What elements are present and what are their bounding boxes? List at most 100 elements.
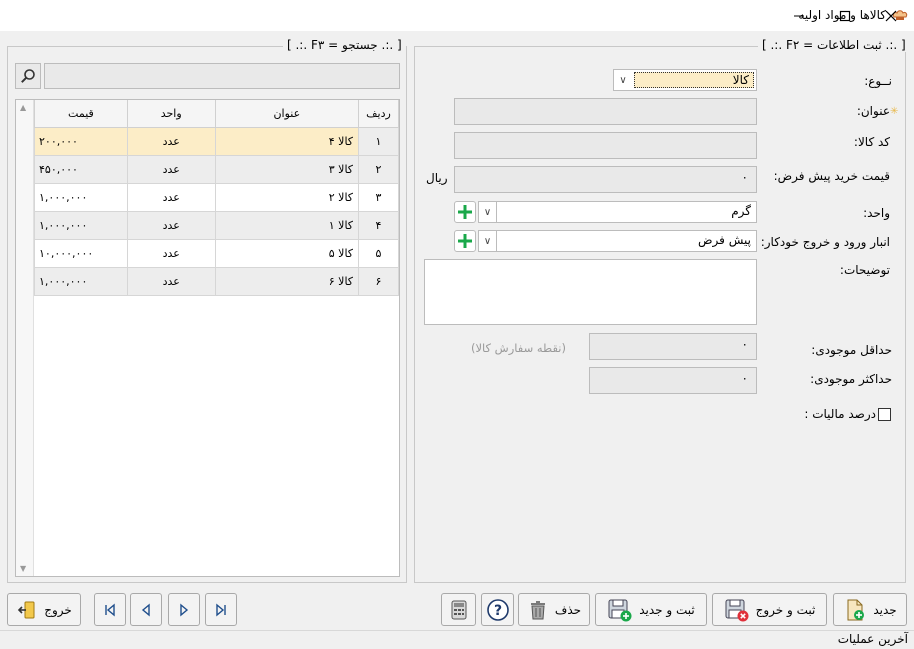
tax-checkbox[interactable] <box>878 408 891 421</box>
search-button[interactable] <box>15 63 41 89</box>
status-bar <box>0 630 914 649</box>
cell-price: ۱,۰۰۰,۰۰۰ <box>34 182 128 212</box>
required-star-icon: ✳ <box>890 106 899 117</box>
column-header-title[interactable]: عنوان <box>214 100 360 128</box>
table-row[interactable]: ۱,۰۰۰,۰۰۰ عدد کالا ۱ ۴ <box>34 210 399 240</box>
title-label: عنوان: <box>856 104 890 118</box>
price-input[interactable]: ۰ <box>454 166 757 193</box>
scroll-up-icon[interactable]: ▲ <box>20 103 26 112</box>
items-grid: ▲ ▼ قیمت واحد عنوان ردیف ۲۰۰,۰۰۰ عدد کال… <box>15 99 400 577</box>
warehouse-label: انبار ورود و خروج خودکار: <box>760 235 890 249</box>
exit-button[interactable]: خروج <box>7 593 81 626</box>
cell-title: کالا ۵ <box>214 238 360 268</box>
new-document-icon <box>847 599 865 620</box>
min-stock-input[interactable]: ۰ <box>589 333 757 360</box>
reorder-hint: (نقطه سفارش کالا) <box>471 341 566 355</box>
plus-icon <box>458 205 472 219</box>
add-unit-button[interactable] <box>454 201 476 223</box>
last-record-button[interactable] <box>205 593 237 626</box>
code-label: کد کالا: <box>853 135 890 149</box>
close-icon <box>885 10 897 21</box>
first-record-button[interactable] <box>94 593 126 626</box>
delete-button[interactable]: حذف <box>518 593 590 626</box>
cell-rowno: ۱ <box>358 126 399 156</box>
save-and-exit-button[interactable]: ثبت و خروج <box>712 593 827 626</box>
table-row[interactable]: ۱۰,۰۰۰,۰۰۰ عدد کالا ۵ ۵ <box>34 238 399 268</box>
max-stock-input[interactable]: ۰ <box>589 367 757 394</box>
cell-unit: عدد <box>126 154 216 184</box>
form-legend: [ .:. F۲ = ثبت اطلاعات .:. ] <box>758 38 910 52</box>
close-button[interactable] <box>868 0 914 31</box>
unit-select[interactable]: ∨ گرم <box>478 201 757 223</box>
delete-label: حذف <box>554 602 582 617</box>
maximize-icon <box>839 10 851 21</box>
cell-unit: عدد <box>126 182 216 212</box>
cell-unit: عدد <box>126 238 216 268</box>
add-warehouse-button[interactable] <box>454 230 476 252</box>
next-record-button[interactable] <box>168 593 200 626</box>
scroll-down-icon[interactable]: ▼ <box>20 564 26 573</box>
chevron-down-icon: ∨ <box>619 74 627 86</box>
description-label: توضیحات: <box>839 263 890 277</box>
minimize-icon <box>794 15 804 16</box>
minimize-button[interactable] <box>776 0 822 31</box>
cell-unit: عدد <box>126 210 216 240</box>
cell-price: ۱۰,۰۰۰,۰۰۰ <box>34 238 128 268</box>
tax-label: درصد مالیات : <box>804 407 876 421</box>
cell-rowno: ۳ <box>358 182 399 212</box>
cell-unit: عدد <box>126 126 216 156</box>
plus-icon <box>458 234 472 248</box>
last-record-icon <box>216 603 226 616</box>
description-textarea[interactable] <box>424 259 757 325</box>
maximize-button[interactable] <box>822 0 868 31</box>
save-add-icon <box>608 599 632 621</box>
exit-door-icon <box>18 601 35 618</box>
trash-icon <box>530 600 545 619</box>
cell-title: کالا ۶ <box>214 266 360 296</box>
cell-title: کالا ۲ <box>214 182 360 212</box>
cell-price: ۲۰۰,۰۰۰ <box>34 126 128 156</box>
grid-scrollbar[interactable]: ▲ ▼ <box>16 100 34 576</box>
table-row[interactable]: ۲۰۰,۰۰۰ عدد کالا ۴ ۱ <box>34 126 399 156</box>
column-header-rowno[interactable]: ردیف <box>358 100 399 128</box>
help-button[interactable]: ? <box>481 593 514 626</box>
type-value: کالا <box>634 72 754 88</box>
cell-title: کالا ۳ <box>214 154 360 184</box>
chevron-down-icon: ∨ <box>479 231 497 251</box>
items-table: قیمت واحد عنوان ردیف ۲۰۰,۰۰۰ عدد کالا ۴ … <box>34 100 399 296</box>
column-header-unit[interactable]: واحد <box>126 100 216 128</box>
save-close-icon <box>725 599 749 621</box>
cell-rowno: ۴ <box>358 210 399 240</box>
title-input[interactable] <box>454 98 757 125</box>
cell-title: کالا ۴ <box>214 126 360 156</box>
calculator-icon <box>451 600 466 619</box>
unit-label: واحد: <box>863 206 890 220</box>
new-label: جدید <box>873 602 897 617</box>
type-select[interactable]: ∨ کالا <box>613 69 757 91</box>
first-record-icon <box>105 603 115 616</box>
type-label: نــوع: <box>864 74 892 88</box>
calculator-button[interactable] <box>441 593 476 626</box>
table-row[interactable]: ۴۵۰,۰۰۰ عدد کالا ۳ ۲ <box>34 154 399 184</box>
warehouse-select[interactable]: ∨ پیش فرض <box>478 230 757 252</box>
price-label: قیمت خرید پیش فرض: <box>773 169 890 183</box>
search-input[interactable] <box>44 63 400 89</box>
chevron-down-icon: ∨ <box>479 202 497 222</box>
warehouse-value: پیش فرض <box>698 233 751 247</box>
magnifier-icon <box>21 69 35 83</box>
cell-rowno: ۵ <box>358 238 399 268</box>
save-and-exit-label: ثبت و خروج <box>755 602 816 617</box>
table-row[interactable]: ۱,۰۰۰,۰۰۰ عدد کالا ۲ ۳ <box>34 182 399 212</box>
cell-price: ۱,۰۰۰,۰۰۰ <box>34 210 128 240</box>
cell-price: ۴۵۰,۰۰۰ <box>34 154 128 184</box>
new-button[interactable]: جدید <box>833 593 907 626</box>
column-header-price[interactable]: قیمت <box>34 100 128 128</box>
status-text: آخرین عملیات <box>837 632 908 646</box>
search-legend: [ .:. F۳ = جستجو .:. ] <box>283 38 406 52</box>
code-input[interactable] <box>454 132 757 159</box>
table-row[interactable]: ۱,۰۰۰,۰۰۰ عدد کالا ۶ ۶ <box>34 266 399 296</box>
save-and-new-button[interactable]: ثبت و جدید <box>595 593 707 626</box>
save-and-new-label: ثبت و جدید <box>639 602 695 617</box>
exit-label: خروج <box>44 602 72 617</box>
previous-record-button[interactable] <box>130 593 162 626</box>
